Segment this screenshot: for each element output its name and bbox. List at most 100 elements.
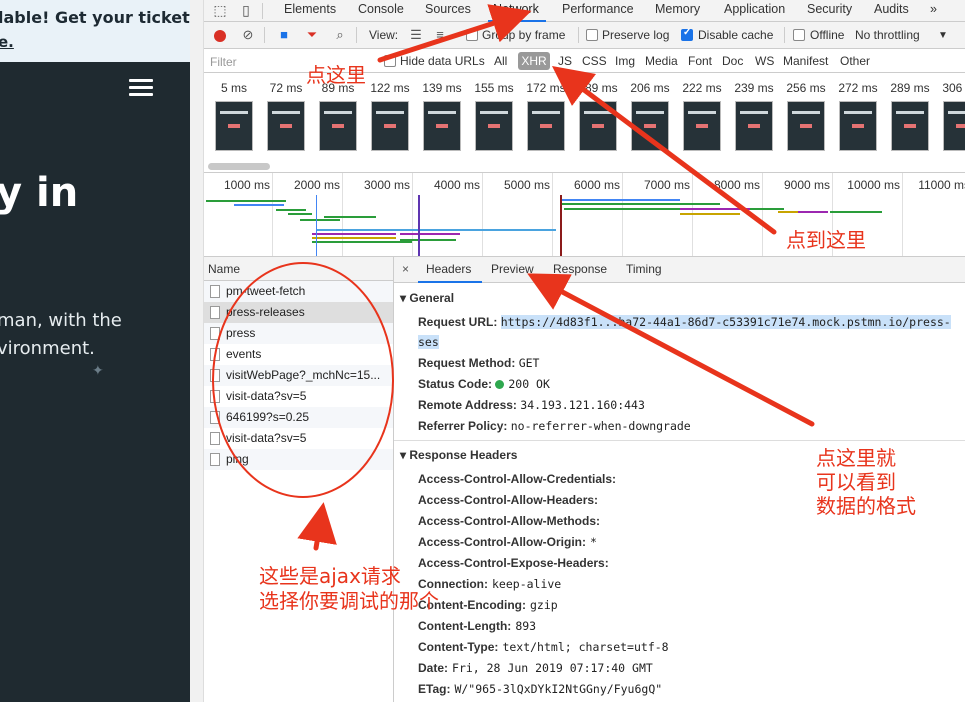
response-header-name: Access-Control-Allow-Headers: (418, 493, 599, 507)
request-row[interactable]: ping (204, 449, 393, 470)
filter-type-doc[interactable]: Doc (722, 54, 743, 68)
annotation-preview-note-3: 数据的格式 (816, 494, 916, 518)
filmstrip-frame[interactable]: 239 ms (728, 73, 780, 163)
filmstrip-frame[interactable]: 222 ms (676, 73, 728, 163)
filter-type-other[interactable]: Other (840, 54, 870, 68)
filmstrip-frame[interactable]: 189 ms (572, 73, 624, 163)
tab-timing[interactable]: Timing (626, 262, 662, 276)
filmstrip-frame[interactable]: 272 ms (832, 73, 884, 163)
document-icon (210, 432, 220, 445)
tab-response[interactable]: Response (553, 262, 607, 276)
general-title: General (409, 291, 455, 305)
tab-network[interactable]: Network (493, 2, 539, 16)
filmstrip-frame[interactable]: 72 ms (260, 73, 312, 163)
chevron-down-icon[interactable]: ▼ (938, 30, 948, 41)
tab-application[interactable]: Application (724, 2, 785, 16)
tab-security[interactable]: Security (807, 2, 852, 16)
request-row[interactable]: events (204, 344, 393, 365)
throttling-select[interactable]: No throttling (855, 28, 920, 42)
page-scrollbar[interactable] (190, 0, 204, 702)
offline-checkbox[interactable] (793, 29, 805, 41)
filter-funnel-icon[interactable]: ⏷ (304, 27, 320, 43)
referrer-policy-label: Referrer Policy: (418, 419, 508, 433)
request-row[interactable]: pm-tweet-fetch (204, 281, 393, 302)
tab-sources[interactable]: Sources (425, 2, 471, 16)
request-row[interactable]: visit-data?sv=5 (204, 428, 393, 449)
general-section-toggle[interactable]: ▾ General (400, 291, 454, 305)
filmstrip-time: 256 ms (786, 81, 826, 95)
tab-elements[interactable]: Elements (284, 2, 336, 16)
filter-type-xhr[interactable]: XHR (518, 52, 550, 70)
filmstrip-time: 189 ms (578, 81, 618, 95)
tab-preview[interactable]: Preview (491, 262, 534, 276)
filmstrip-frame[interactable]: 306 ms (936, 73, 965, 163)
filmstrip-frame[interactable]: 172 ms (520, 73, 572, 163)
filmstrip-frame[interactable]: 139 ms (416, 73, 468, 163)
filmstrip-frame[interactable]: 155 ms (468, 73, 520, 163)
disable-cache-checkbox[interactable] (681, 27, 693, 41)
filter-type-all[interactable]: All (494, 54, 507, 68)
inspect-element-icon[interactable]: ⬚ (212, 2, 228, 18)
timeline-bar (560, 199, 680, 201)
close-icon[interactable]: × (402, 262, 409, 276)
filter-type-js[interactable]: JS (558, 54, 572, 68)
referrer-policy-value: no-referrer-when-downgrade (510, 419, 691, 433)
filmstrip-frame[interactable]: 289 ms (884, 73, 936, 163)
load-marker (560, 195, 562, 256)
filter-type-img[interactable]: Img (615, 54, 635, 68)
filter-type-manifest[interactable]: Manifest (783, 54, 828, 68)
request-row[interactable]: 646199?s=0.25 (204, 407, 393, 428)
annotation-click-to-here: 点到这里 (786, 228, 866, 252)
tab-memory[interactable]: Memory (655, 2, 700, 16)
filter-type-media[interactable]: Media (645, 54, 678, 68)
filmstrip-time: 155 ms (474, 81, 514, 95)
timeline-tick-label: 8000 ms (713, 178, 760, 192)
status-code-value: 200 OK (508, 377, 550, 391)
filmstrip-scrollbar[interactable] (208, 163, 270, 170)
clear-icon[interactable]: ⊘ (240, 27, 256, 43)
preserve-log-checkbox[interactable] (586, 29, 598, 41)
filmstrip-frame[interactable]: 206 ms (624, 73, 676, 163)
hide-data-urls-checkbox[interactable] (384, 55, 396, 67)
filter-type-font[interactable]: Font (688, 54, 712, 68)
filmstrip-thumbnail (943, 101, 965, 151)
screenshot-camera-icon[interactable]: ■ (276, 27, 292, 43)
timeline-bar (300, 219, 340, 221)
tab-headers[interactable]: Headers (426, 262, 471, 276)
tab-console[interactable]: Console (358, 2, 404, 16)
tab-performance[interactable]: Performance (562, 2, 634, 16)
waterfall-view-icon[interactable]: ≡ (432, 27, 448, 43)
banner-link[interactable]: e. (0, 33, 14, 51)
response-headers-section-toggle[interactable]: ▾ Response Headers (400, 448, 517, 462)
response-header-value: * (590, 535, 597, 549)
more-tabs-icon[interactable]: » (930, 2, 937, 16)
response-header-row: Date: Fri, 28 Jun 2019 07:17:40 GMT (418, 661, 653, 675)
filter-type-css[interactable]: CSS (582, 54, 607, 68)
request-row[interactable]: press (204, 323, 393, 344)
filmstrip-frame[interactable]: 122 ms (364, 73, 416, 163)
request-row[interactable]: visit-data?sv=5 (204, 386, 393, 407)
response-header-name: Access-Control-Allow-Methods: (418, 514, 601, 528)
hero-subtext-line2: vironment. (0, 338, 95, 359)
device-toolbar-icon[interactable]: ▯ (238, 2, 254, 18)
name-column-header[interactable]: Name (204, 257, 393, 281)
request-row[interactable]: press-releases (204, 302, 393, 323)
filter-input[interactable]: Filter (210, 55, 237, 69)
filmstrip-thumbnail (891, 101, 929, 151)
timeline-bar (312, 233, 396, 235)
record-button[interactable] (214, 30, 226, 42)
request-row[interactable]: visitWebPage?_mchNc=15... (204, 365, 393, 386)
tab-audits[interactable]: Audits (874, 2, 909, 16)
timeline-bar (324, 216, 376, 218)
group-by-frame-checkbox[interactable] (466, 29, 478, 41)
filmstrip-frame[interactable]: 5 ms (208, 73, 260, 163)
banner-text: lable! Get your tickets (0, 8, 190, 27)
filmstrip-frame[interactable]: 256 ms (780, 73, 832, 163)
hamburger-menu-icon[interactable] (129, 79, 153, 97)
filter-type-ws[interactable]: WS (755, 54, 774, 68)
request-method-value: GET (518, 356, 540, 370)
large-rows-icon[interactable]: ☰ (408, 27, 424, 43)
annotation-click-here: 点这里 (306, 63, 366, 87)
response-header-row: Access-Control-Allow-Methods: (418, 514, 604, 528)
search-icon[interactable]: ⌕ (332, 27, 348, 43)
